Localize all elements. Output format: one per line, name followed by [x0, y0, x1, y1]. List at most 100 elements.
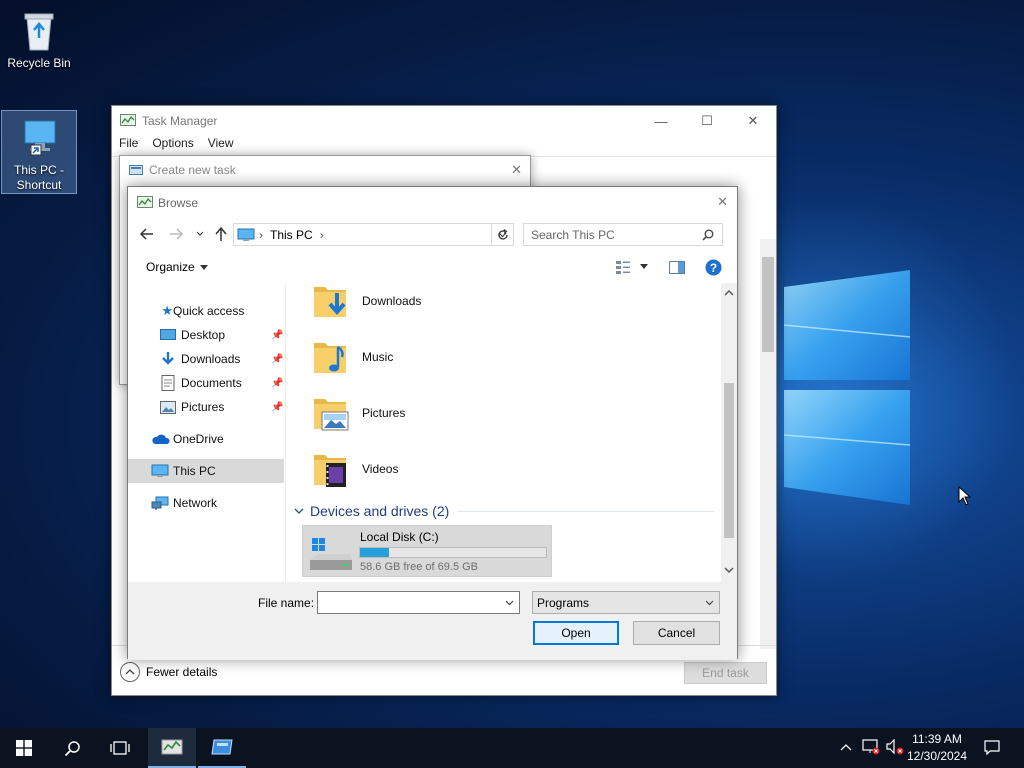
downloads-folder-icon: [314, 287, 346, 317]
refresh-button[interactable]: [491, 223, 513, 246]
scroll-down-arrow-icon[interactable]: [724, 567, 734, 574]
folder-music[interactable]: Music: [312, 331, 393, 383]
pin-icon[interactable]: 📌: [271, 402, 283, 413]
file-name-dropdown-chevron-icon[interactable]: [505, 600, 514, 606]
nav-item-this-pc[interactable]: This PC: [128, 459, 284, 483]
task-manager-titlebar[interactable]: Task Manager — ☐ ✕: [112, 106, 776, 136]
back-arrow-icon[interactable]: [139, 227, 155, 241]
videos-folder-icon: [314, 455, 346, 487]
browse-dialog: Browse ✕ › This PC › Search This PC Orga…: [127, 186, 738, 660]
this-pc-icon: [151, 464, 169, 477]
organize-label: Organize: [146, 260, 195, 274]
taskbar-task-manager[interactable]: [148, 728, 196, 768]
drive-usage-bar: [359, 547, 547, 558]
pin-icon[interactable]: 📌: [271, 330, 283, 341]
menu-view[interactable]: View: [208, 136, 234, 156]
show-hidden-icons-chevron-icon[interactable]: [840, 743, 852, 751]
menu-file[interactable]: File: [119, 136, 138, 156]
nav-item-network[interactable]: Network: [128, 491, 284, 515]
nav-item-onedrive[interactable]: OneDrive: [128, 427, 284, 451]
cancel-button[interactable]: Cancel: [633, 621, 720, 645]
maximize-button[interactable]: ☐: [684, 106, 730, 136]
forward-arrow-icon[interactable]: [168, 227, 184, 241]
change-view-icon[interactable]: [615, 260, 631, 274]
open-button[interactable]: Open: [533, 621, 619, 645]
nav-item-desktop[interactable]: Desktop 📌: [128, 323, 284, 347]
drive-name: Local Disk (C:): [360, 530, 439, 544]
organize-button[interactable]: Organize: [146, 260, 208, 274]
search-icon[interactable]: [702, 229, 714, 241]
taskbar-search-icon: [64, 740, 80, 756]
nav-label: Documents: [181, 376, 242, 390]
file-list: Downloads Music Pictures Videos Devices …: [288, 283, 722, 582]
breadcrumb-separator-icon: ›: [259, 227, 263, 242]
search-taskbar-button[interactable]: [48, 728, 96, 768]
group-collapse-chevron-icon[interactable]: [294, 508, 304, 515]
recent-locations-chevron-icon[interactable]: [196, 231, 204, 237]
network-status-icon[interactable]: [862, 739, 880, 755]
breadcrumb-chevron-icon[interactable]: ›: [320, 228, 324, 242]
drive-local-disk-c[interactable]: Local Disk (C:) 58.6 GB free of 69.5 GB: [302, 525, 552, 577]
file-name-input[interactable]: [317, 591, 520, 614]
task-view-button[interactable]: [96, 728, 144, 768]
end-task-button[interactable]: End task: [684, 662, 767, 684]
run-dialog-taskbar-icon: [211, 739, 233, 755]
task-manager-title: Task Manager: [142, 114, 218, 128]
menu-options[interactable]: Options: [152, 136, 193, 156]
nav-item-quick-access[interactable]: ★ Quick access: [128, 299, 284, 323]
create-new-task-titlebar[interactable]: Create new task ✕: [120, 156, 530, 184]
nav-label: Pictures: [181, 400, 225, 414]
recycle-bin-desktop-icon[interactable]: Recycle Bin: [1, 6, 77, 78]
windows-start-icon: [16, 740, 32, 756]
clock-date: 12/30/2024: [906, 749, 968, 763]
view-dropdown-icon[interactable]: [640, 264, 648, 269]
task-manager-taskbar-icon: [161, 739, 183, 755]
folder-pictures[interactable]: Pictures: [312, 387, 405, 439]
system-clock[interactable]: 11:39 AM 12/30/2024: [902, 731, 972, 765]
taskbar-run-dialog[interactable]: [198, 728, 246, 768]
windows-logo-wallpaper: [783, 270, 911, 505]
help-icon[interactable]: ?: [705, 259, 722, 276]
taskbar: 11:39 AM 12/30/2024: [0, 728, 1024, 768]
fewer-details-link[interactable]: Fewer details: [146, 665, 217, 679]
nav-item-downloads[interactable]: Downloads 📌: [128, 347, 284, 371]
search-box[interactable]: Search This PC: [523, 223, 723, 246]
pin-icon[interactable]: 📌: [271, 378, 283, 389]
scroll-up-arrow-icon[interactable]: [724, 289, 734, 296]
folder-videos[interactable]: Videos: [312, 443, 398, 495]
close-button[interactable]: ✕: [730, 106, 776, 136]
task-manager-scrollbar[interactable]: [760, 239, 776, 649]
address-location[interactable]: This PC: [270, 228, 313, 242]
onedrive-cloud-icon: [152, 434, 170, 444]
preview-pane-icon[interactable]: [669, 261, 685, 274]
file-list-scrollbar[interactable]: [721, 283, 737, 582]
recycle-bin-icon: [24, 13, 54, 51]
folder-label: Downloads: [362, 294, 422, 308]
this-pc-shortcut-desktop-icon[interactable]: This PC - Shortcut: [1, 110, 77, 194]
task-manager-scroll-thumb[interactable]: [762, 257, 774, 352]
recycle-bin-label: Recycle Bin: [7, 56, 71, 70]
nav-item-documents[interactable]: Documents 📌: [128, 371, 284, 395]
devices-and-drives-title: Devices and drives (2): [310, 503, 450, 519]
clock-time: 11:39 AM: [912, 732, 962, 746]
file-type-select[interactable]: Programs: [532, 591, 720, 614]
address-bar[interactable]: › This PC ›: [233, 223, 514, 246]
browse-title: Browse: [158, 195, 199, 210]
browse-titlebar[interactable]: Browse ✕: [128, 187, 737, 218]
minimize-button[interactable]: —: [638, 106, 684, 136]
browse-close-icon[interactable]: ✕: [717, 194, 728, 210]
folder-downloads[interactable]: Downloads: [312, 283, 421, 327]
nav-item-pictures[interactable]: Pictures 📌: [128, 395, 284, 419]
fewer-details-chevron-icon[interactable]: [120, 662, 140, 682]
devices-and-drives-group-header[interactable]: Devices and drives (2): [294, 501, 714, 521]
action-center-icon[interactable]: [984, 740, 1000, 755]
documents-icon: [161, 375, 175, 391]
up-arrow-icon[interactable]: [214, 226, 228, 242]
group-divider: [457, 510, 714, 512]
pin-icon[interactable]: 📌: [271, 354, 283, 365]
folder-label: Videos: [362, 462, 399, 476]
folder-label: Pictures: [362, 406, 406, 420]
start-button[interactable]: [0, 728, 48, 768]
create-new-task-close-icon[interactable]: ✕: [511, 162, 522, 178]
file-list-scroll-thumb[interactable]: [724, 383, 734, 538]
